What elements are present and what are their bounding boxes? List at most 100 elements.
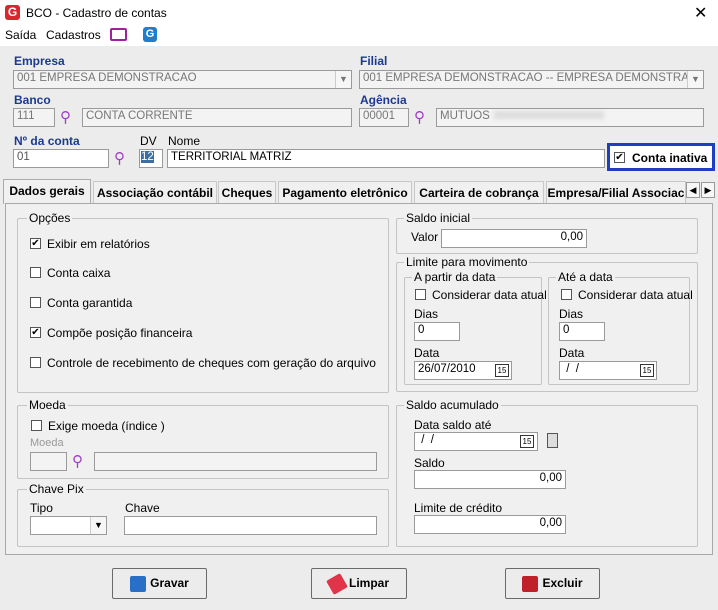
- moeda-code-field[interactable]: [30, 452, 67, 471]
- excluir-label: Excluir: [542, 576, 583, 590]
- window-title: BCO - Cadastro de contas: [26, 6, 167, 20]
- chave-field[interactable]: [124, 516, 377, 535]
- dias-field[interactable]: 0: [414, 322, 460, 341]
- search-icon[interactable]: ⚲: [60, 108, 71, 126]
- agencia-name-field: MUTUOS: [436, 108, 704, 127]
- conta-garantida-checkbox[interactable]: [30, 297, 41, 308]
- conta-inativa-label: Conta inativa: [632, 151, 708, 165]
- menu-bar: [0, 26, 718, 46]
- calendar-icon[interactable]: 15: [640, 364, 654, 377]
- banco-label: Banco: [14, 93, 51, 107]
- banco-name-field: CONTA CORRENTE: [82, 108, 352, 127]
- calendar-icon[interactable]: 15: [495, 364, 509, 377]
- limpar-button[interactable]: Limpar: [311, 568, 407, 599]
- considerar-data-label: Considerar data atual: [432, 288, 547, 302]
- saldo-field[interactable]: 0,00: [414, 470, 566, 489]
- tab-associacao-contabil[interactable]: Associação contábil: [93, 181, 217, 203]
- compoe-posicao-label: Compõe posição financeira: [47, 326, 193, 340]
- limite-credito-label: Limite de crédito: [414, 501, 503, 515]
- agencia-code-field[interactable]: 00001: [359, 108, 409, 127]
- exibir-relatorios-label: Exibir em relatórios: [47, 237, 150, 251]
- tab-scroll-right-icon[interactable]: ▶: [701, 182, 715, 198]
- data-value: 26/07/2010: [418, 363, 476, 375]
- exibir-relatorios-checkbox[interactable]: ✔: [30, 238, 41, 249]
- tab-pagamento-eletronico[interactable]: Pagamento eletrônico: [278, 181, 412, 203]
- limite-title: Limite para movimento: [404, 255, 530, 269]
- moeda-title: Moeda: [27, 398, 68, 412]
- considerar-data-ate-checkbox[interactable]: [561, 289, 572, 300]
- controle-cheques-checkbox[interactable]: [30, 357, 41, 368]
- conta-caixa-checkbox[interactable]: [30, 267, 41, 278]
- gravar-label: Gravar: [150, 576, 189, 590]
- empresa-label: Empresa: [14, 54, 65, 68]
- controle-cheques-label: Controle de recebimento de cheques com g…: [47, 356, 376, 370]
- empresa-value: 001 EMPRESA DEMONSTRACAO: [17, 72, 197, 84]
- limpar-label: Limpar: [348, 576, 389, 590]
- exige-moeda-checkbox[interactable]: [31, 420, 42, 431]
- conta-caixa-label: Conta caixa: [47, 266, 111, 280]
- saldo-acum-title: Saldo acumulado: [404, 398, 501, 412]
- moeda-label: Moeda: [30, 437, 64, 449]
- filial-select[interactable]: 001 EMPRESA DEMONSTRACAO -- EMPRESA DEMO…: [359, 70, 704, 89]
- valor-label: Valor: [411, 230, 439, 244]
- data-ate-value: / /: [563, 363, 579, 375]
- saldo-inicial-title: Saldo inicial: [404, 211, 473, 225]
- conta-label: Nº da conta: [14, 134, 80, 148]
- ate-title: Até a data: [556, 270, 615, 284]
- chevron-down-icon[interactable]: ▼: [335, 71, 351, 88]
- considerar-data-checkbox[interactable]: [415, 289, 426, 300]
- pix-title: Chave Pix: [27, 482, 86, 496]
- data-saldo-label: Data saldo até: [414, 418, 492, 432]
- tipo-select[interactable]: ▼: [30, 516, 107, 535]
- search-icon[interactable]: ⚲: [414, 108, 425, 126]
- conta-field[interactable]: 01: [13, 149, 109, 168]
- moeda-name-field: [94, 452, 377, 471]
- calendar-icon[interactable]: 15: [520, 435, 534, 448]
- dv-value: 12: [141, 151, 154, 163]
- menu-cadastros[interactable]: Cadastros: [46, 28, 101, 42]
- search-icon[interactable]: ⚲: [114, 149, 125, 167]
- eraser-icon: [326, 572, 348, 595]
- dias-ate-field[interactable]: 0: [559, 322, 605, 341]
- a-partir-title: A partir da data: [412, 270, 498, 284]
- gravar-button[interactable]: Gravar: [112, 568, 207, 599]
- filial-label: Filial: [360, 54, 388, 68]
- chevron-down-icon[interactable]: ▼: [687, 71, 703, 88]
- opcoes-title: Opções: [27, 211, 73, 225]
- conta-garantida-label: Conta garantida: [47, 296, 133, 310]
- compoe-posicao-checkbox[interactable]: ✔: [30, 327, 41, 338]
- considerar-data-ate-label: Considerar data atual: [578, 288, 693, 302]
- filial-value: 001 EMPRESA DEMONSTRACAO -- EMPRESA DEMO…: [363, 72, 704, 84]
- calculator-icon[interactable]: [547, 433, 558, 448]
- floppy-disk-icon: [130, 575, 147, 592]
- agencia-label: Agência: [360, 93, 407, 107]
- tab-scroll-left-icon[interactable]: ◀: [686, 182, 700, 198]
- menu-saida[interactable]: Saída: [5, 28, 36, 42]
- tab-dados-gerais[interactable]: Dados gerais: [3, 179, 91, 204]
- tab-cheques[interactable]: Cheques: [218, 181, 276, 203]
- empresa-select[interactable]: 001 EMPRESA DEMONSTRACAO ▼: [13, 70, 352, 89]
- data-saldo-value: / /: [418, 434, 434, 446]
- banco-code-field[interactable]: 111: [13, 108, 55, 127]
- search-icon[interactable]: ⚲: [72, 452, 83, 470]
- conta-inativa-checkbox[interactable]: ✔: [614, 152, 625, 163]
- tab-carteira-cobranca[interactable]: Carteira de cobrança: [414, 181, 544, 203]
- nome-field[interactable]: TERRITORIAL MATRIZ: [167, 149, 605, 168]
- close-icon[interactable]: ✕: [694, 3, 707, 23]
- dias-label: Dias: [414, 307, 439, 321]
- agencia-name-value: MUTUOS: [440, 110, 490, 122]
- data-label: Data: [414, 346, 440, 360]
- trash-icon: [522, 575, 539, 592]
- dv-label: DV: [140, 134, 157, 148]
- blurred-text: [493, 111, 604, 119]
- valor-field[interactable]: 0,00: [441, 229, 587, 248]
- app-logo-icon: G: [5, 5, 20, 20]
- limite-credito-field[interactable]: 0,00: [414, 515, 566, 534]
- app-g-icon[interactable]: G: [143, 27, 157, 42]
- exige-moeda-label: Exige moeda (índice ): [48, 419, 165, 433]
- monitor-icon[interactable]: [110, 28, 127, 41]
- dv-field[interactable]: 12: [139, 149, 163, 168]
- chevron-down-icon[interactable]: ▼: [90, 517, 106, 534]
- tab-empresa-filial[interactable]: Empresa/Filial Associac: [546, 181, 686, 203]
- excluir-button[interactable]: Excluir: [505, 568, 600, 599]
